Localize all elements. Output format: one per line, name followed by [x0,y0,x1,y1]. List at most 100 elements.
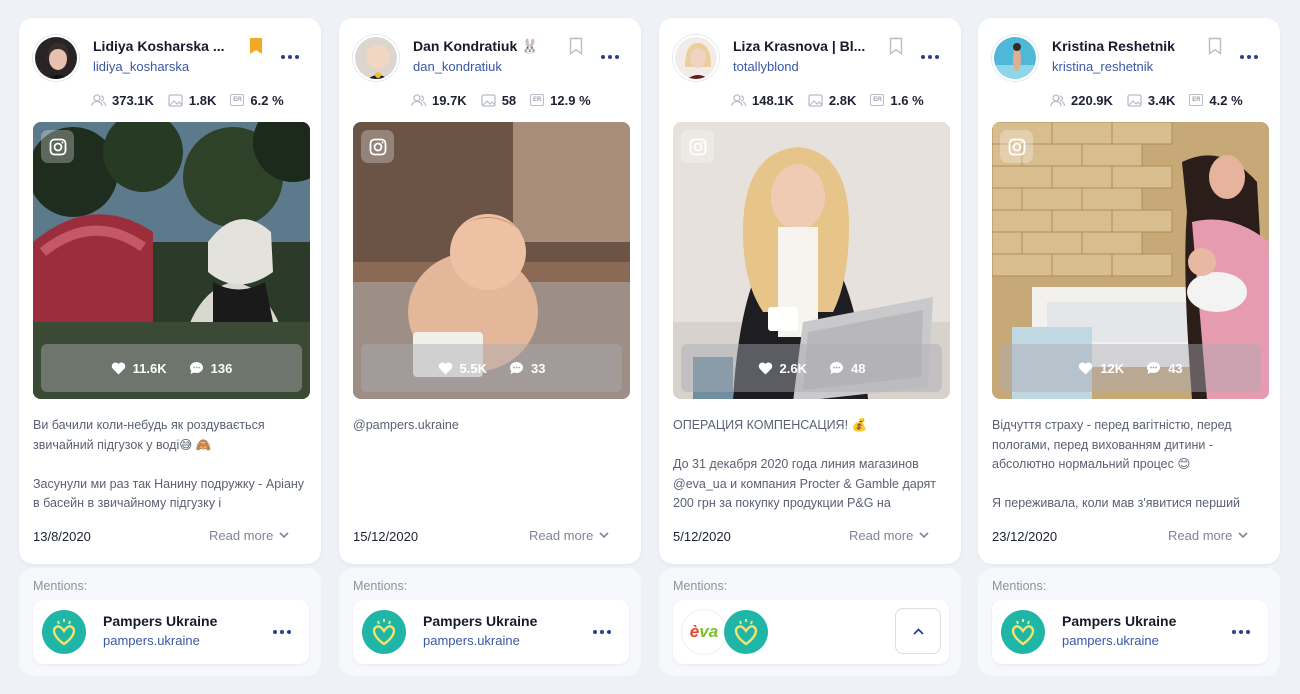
likes-count: 12K [1100,360,1125,376]
pampers-logo [362,610,406,654]
post-card[interactable]: Lidiya Kosharska ... lidiya_kosharska 37… [19,18,321,564]
mentions-label: Mentions: [673,579,728,593]
influencer-handle[interactable]: dan_kondratiuk [413,59,502,74]
post-caption: Відчуття страху - перед вагітністю, пере… [992,416,1268,516]
avatar[interactable] [353,35,399,81]
post-card[interactable]: Kristina Reshetnik kristina_reshetnik 22… [978,18,1280,564]
read-more-button[interactable]: Read more [529,528,609,543]
post-image[interactable]: 2.6K 48 [673,122,950,399]
comments-count: 43 [1168,360,1183,376]
followers-icon [1050,93,1065,106]
post-date: 5/12/2020 [673,529,731,544]
followers-count: 220.9K [1071,92,1113,108]
comment-icon [510,362,523,374]
likes-count: 11.6K [132,360,167,376]
instagram-icon [1000,130,1033,163]
eva-logo[interactable]: è va [682,610,726,654]
influencer-handle[interactable]: kristina_reshetnik [1052,59,1153,74]
chevron-down-icon [919,532,929,539]
mention-name[interactable]: Pampers Ukraine [1062,613,1176,629]
mention-more-button[interactable] [269,625,295,639]
caption-paragraph: Засунули ми раз так Нанину подружку - Ар… [33,476,305,511]
bookmark-icon[interactable] [888,37,904,55]
er-icon: ER [230,94,245,106]
engagement-overlay: 2.6K 48 [681,344,942,392]
more-button[interactable] [917,50,943,64]
chevron-down-icon [599,532,609,539]
eva-logo-accent: è [689,622,700,641]
post-image[interactable]: 5.5K 33 [353,122,630,399]
mention-brand[interactable]: Pampers Ukraine pampers.ukraine [33,600,309,664]
influencer-name[interactable]: Kristina Reshetnik [1052,38,1202,54]
mention-more-button[interactable] [589,625,615,639]
influencer-handle[interactable]: lidiya_kosharska [93,59,189,74]
avatar[interactable] [992,35,1038,81]
more-button[interactable] [277,50,303,64]
avatar[interactable] [673,35,719,81]
read-more-label: Read more [209,528,274,543]
post-image[interactable]: 12K 43 [992,122,1269,399]
mentions-label: Mentions: [992,579,1047,593]
engagement-overlay: 5.5K 33 [361,344,622,392]
more-button[interactable] [1236,50,1262,64]
posts-icon [168,93,183,107]
pampers-logo[interactable] [724,610,768,654]
caption-paragraph: @pampers.ukraine [353,418,459,432]
read-more-button[interactable]: Read more [1168,528,1248,543]
influencer-grid: Lidiya Kosharska ... lidiya_kosharska 37… [0,0,1300,694]
post-card[interactable]: Dan Kondratiuk 🐰 dan_kondratiuk 19.7K 58… [339,18,641,564]
instagram-icon [361,130,394,163]
mention-brand[interactable]: Pampers Ukraine pampers.ukraine [353,600,629,664]
bookmark-icon[interactable] [568,37,584,55]
followers-count: 148.1K [752,92,794,108]
mention-handle[interactable]: pampers.ukraine [1062,633,1159,648]
bookmark-icon[interactable] [248,37,264,55]
avatar[interactable] [33,35,79,81]
engagement-rate: 12.9 % [550,92,591,108]
collapse-button[interactable] [895,608,941,654]
heart-icon [758,362,772,374]
posts-count: 3.4K [1147,92,1176,108]
influencer-handle[interactable]: totallyblond [733,59,799,74]
followers-icon [411,93,426,106]
mention-more-button[interactable] [1228,625,1254,639]
more-button[interactable] [597,50,623,64]
post-date: 15/12/2020 [353,529,419,544]
engagement-overlay: 11.6K 136 [41,344,302,392]
likes-count: 5.5K [459,360,487,376]
posts-count: 1.8K [188,92,217,108]
post-card[interactable]: Liza Krasnova | Bl... totallyblond 148.1… [659,18,961,564]
bookmark-icon[interactable] [1207,37,1223,55]
influencer-name[interactable]: Lidiya Kosharska ... [93,38,243,54]
read-more-button[interactable]: Read more [849,528,929,543]
mentions-panel: Mentions: è va [659,568,961,676]
read-more-button[interactable]: Read more [209,528,289,543]
pampers-logo [42,610,86,654]
post-image[interactable]: 11.6K 136 [33,122,310,399]
posts-count: 2.8K [828,92,857,108]
mention-name[interactable]: Pampers Ukraine [103,613,217,629]
comment-icon [830,362,843,374]
influencer-name[interactable]: Liza Krasnova | Bl... [733,38,883,54]
chevron-down-icon [279,532,289,539]
mention-brand[interactable]: Pampers Ukraine pampers.ukraine [992,600,1268,664]
post-column: Kristina Reshetnik kristina_reshetnik 22… [978,18,1280,676]
comments-count: 136 [210,360,233,376]
mentions-panel: Mentions: Pampers Ukraine pampers.ukrain… [19,568,321,676]
followers-icon [731,93,746,106]
comments-count: 33 [531,360,546,376]
mention-handle[interactable]: pampers.ukraine [103,633,200,648]
influencer-name[interactable]: Dan Kondratiuk 🐰 [413,38,563,55]
posts-icon [1127,93,1142,107]
engagement-overlay: 12K 43 [1000,344,1261,392]
caption-paragraph: Відчуття страху - перед вагітністю, пере… [992,418,1232,471]
posts-icon [808,93,823,107]
followers-icon [91,93,106,106]
post-caption: @pampers.ukraine [353,416,629,516]
mention-name[interactable]: Pampers Ukraine [423,613,537,629]
post-caption: ОПЕРАЦИЯ КОМПЕНСАЦИЯ! 💰 До 31 декабря 20… [673,416,949,516]
mention-handle[interactable]: pampers.ukraine [423,633,520,648]
post-column: Dan Kondratiuk 🐰 dan_kondratiuk 19.7K 58… [339,18,641,676]
mentions-label: Mentions: [353,579,408,593]
read-more-label: Read more [1168,528,1233,543]
